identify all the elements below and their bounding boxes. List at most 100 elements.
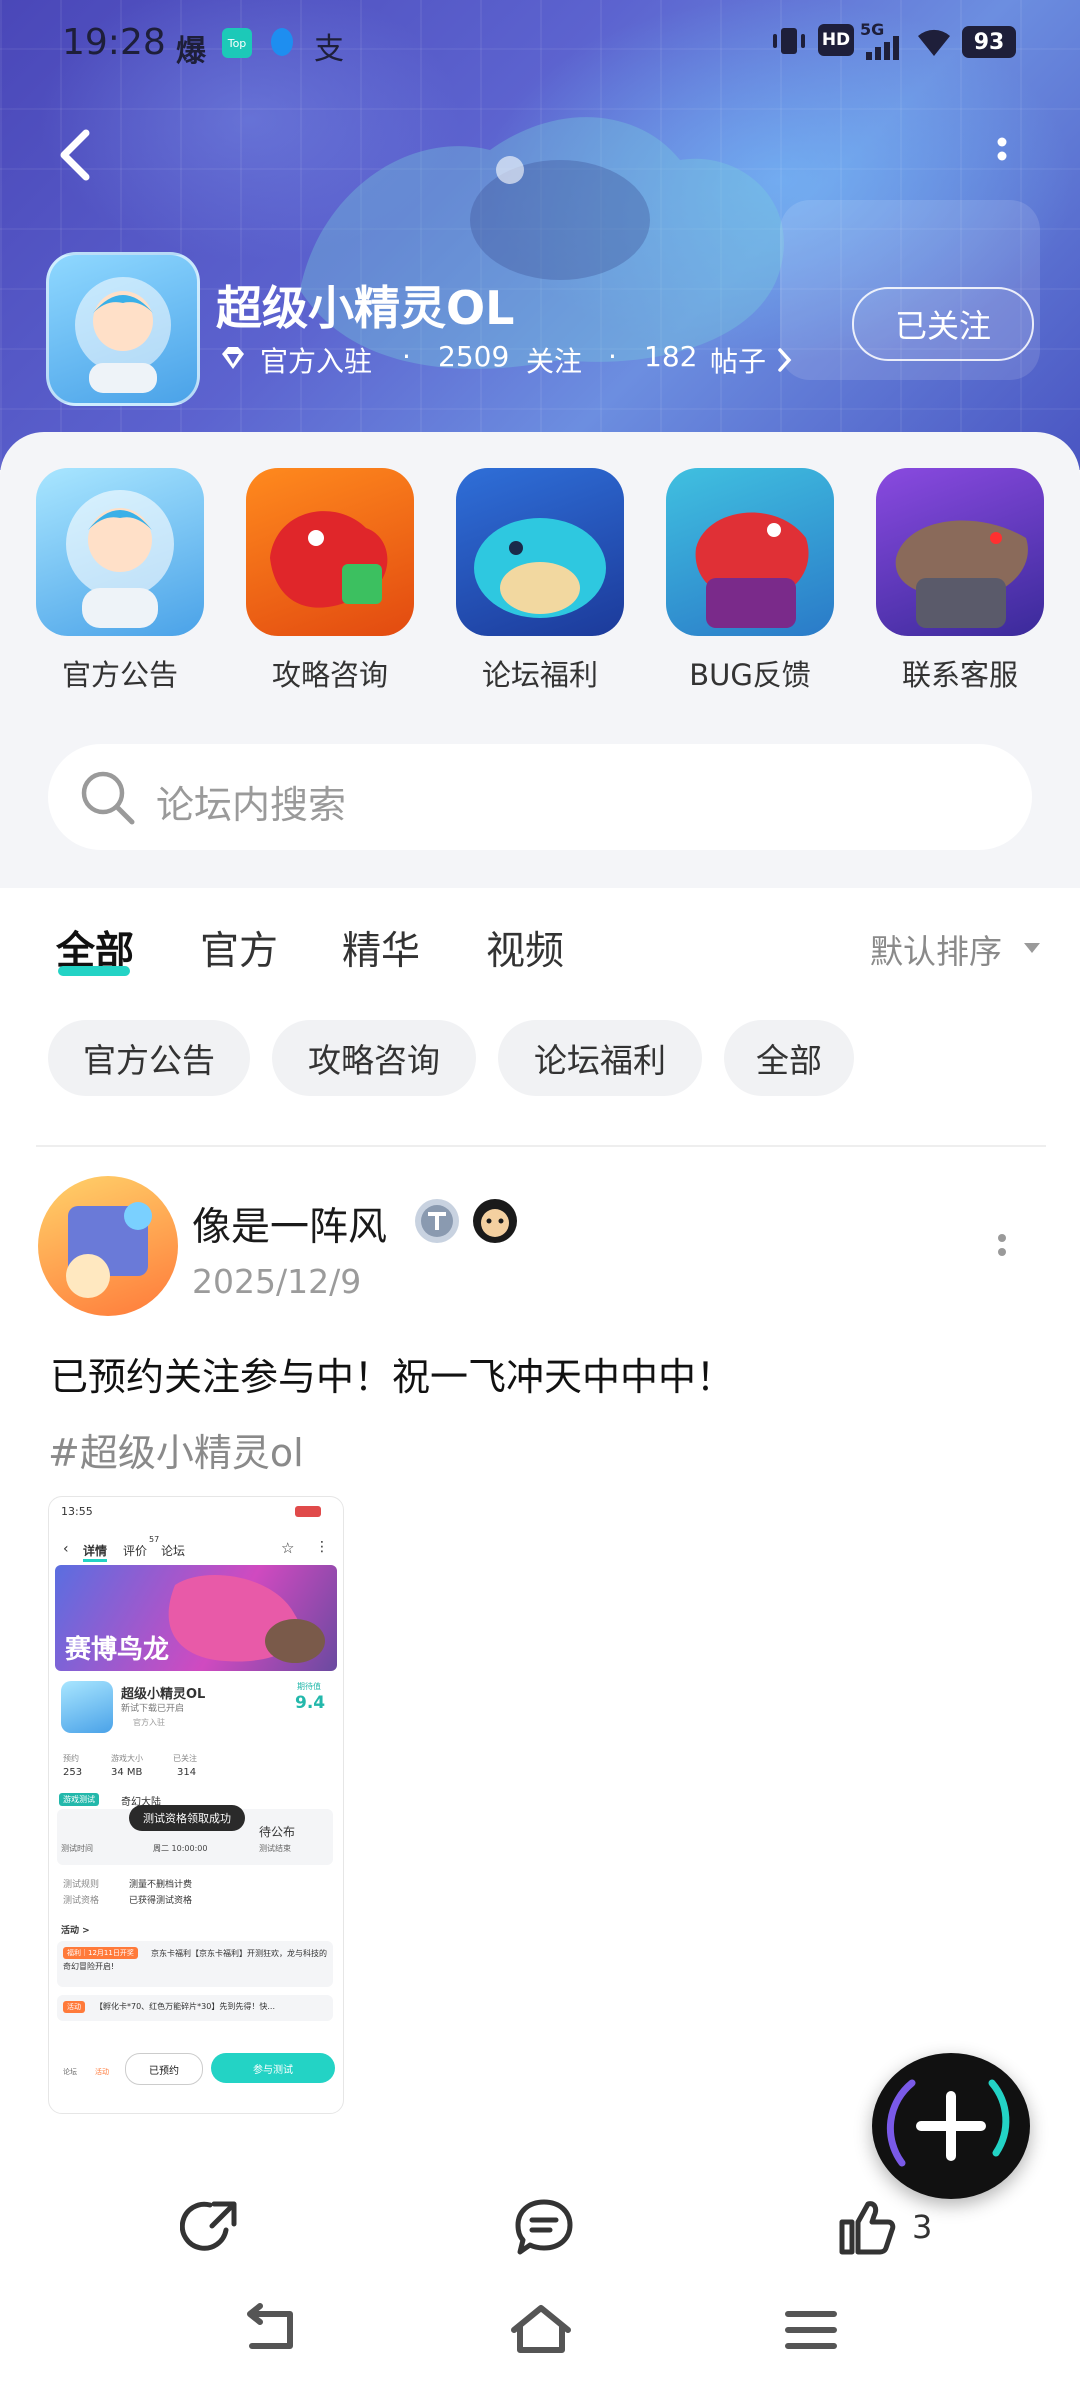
- shot-back-icon: ‹: [63, 1541, 69, 1557]
- shot-test-time-value: 周二 10:00:00: [153, 1844, 208, 1853]
- shot-test-end: 测试结束: [259, 1844, 291, 1853]
- wifi-icon: [918, 29, 950, 56]
- notification-icon-top: Top: [222, 28, 252, 58]
- shot-review-count: 57: [149, 1535, 160, 1544]
- search-icon: [81, 771, 135, 825]
- dot-separator-2: ·: [608, 340, 617, 373]
- post-more-icon[interactable]: [982, 1224, 1022, 1274]
- shot-battery: [295, 1506, 321, 1517]
- shot-app-official: 官方入驻: [133, 1718, 165, 1727]
- shot-banner-text: 赛博鸟龙: [65, 1635, 170, 1665]
- category-label[interactable]: 攻略咨询: [230, 652, 430, 694]
- shot-test-time-label: 测试时间: [61, 1844, 93, 1853]
- shot-rule-value: 测量不删档计费: [129, 1880, 193, 1890]
- shot-qual-label: 测试资格: [63, 1896, 100, 1906]
- level-badge-icon: [415, 1199, 459, 1243]
- forum-avatar: [46, 252, 200, 406]
- user-avatar-art: [66, 1202, 152, 1298]
- diamond-icon: [222, 347, 244, 369]
- tab-featured[interactable]: 精华: [342, 920, 420, 976]
- category-support-icon[interactable]: [876, 468, 1044, 636]
- forum-avatar-art: [75, 277, 171, 393]
- gamer-badge-icon: [473, 1199, 517, 1243]
- shot-star-icon: ☆: [281, 1539, 295, 1557]
- system-menu-icon[interactable]: [776, 2300, 846, 2360]
- like-icon[interactable]: [836, 2196, 898, 2258]
- shot-btn-join: 参与测试: [211, 2053, 335, 2083]
- support-art: [895, 520, 1028, 628]
- category-guide-icon[interactable]: [246, 468, 414, 636]
- category-label[interactable]: 官方公告: [20, 652, 220, 694]
- sort-dropdown[interactable]: 默认排序: [870, 925, 1002, 973]
- battery-indicator: 93: [962, 26, 1016, 58]
- tab-video[interactable]: 视频: [486, 920, 564, 976]
- shot-btn-reserved: 已预约: [125, 2053, 203, 2085]
- chip-guide[interactable]: 攻略咨询: [272, 1020, 476, 1096]
- post-label[interactable]: 帖子: [710, 340, 766, 380]
- category-bug-report-icon[interactable]: [666, 468, 834, 636]
- tab-official[interactable]: 官方: [200, 920, 278, 976]
- notification-qq-icon: [271, 28, 293, 56]
- post-count[interactable]: 182: [644, 340, 697, 373]
- dot-separator: ·: [402, 340, 411, 373]
- system-back-icon[interactable]: [236, 2300, 306, 2360]
- search-placeholder: 论坛内搜索: [156, 783, 347, 827]
- search-input[interactable]: 论坛内搜索: [48, 744, 1032, 850]
- shot-qual-value: 已获得测试资格: [129, 1896, 193, 1906]
- bug-report-art: [695, 512, 809, 628]
- category-label[interactable]: 联系客服: [860, 652, 1060, 694]
- shot-test-status: 待公布: [259, 1825, 296, 1839]
- post-date: 2025/12/9: [192, 1262, 362, 1301]
- shot-tab-forum: 论坛: [161, 1544, 186, 1558]
- category-welfare-icon[interactable]: [456, 468, 624, 636]
- back-arrow-icon[interactable]: [54, 125, 96, 185]
- chip-welfare[interactable]: 论坛福利: [498, 1020, 702, 1096]
- category-label[interactable]: 论坛福利: [440, 652, 640, 694]
- post-hashtag[interactable]: #超级小精灵ol: [48, 1422, 304, 1477]
- shot-stat-label: 游戏大小: [111, 1754, 143, 1763]
- post-image[interactable]: 13:55 ‹ 详情 评价 57 论坛 ☆ ⋮ 赛博鸟龙 超级小精灵OL 新试下…: [48, 1496, 344, 2114]
- shot-toast: 测试资格领取成功: [129, 1805, 245, 1831]
- shot-banner: 赛博鸟龙: [55, 1565, 337, 1671]
- shot-activity-text: 京东卡福利【京东卡福利】开测狂欢，龙与科技的奇幻冒险开启!: [63, 1949, 327, 1971]
- shot-app-sub: 新试下载已开启: [121, 1704, 185, 1714]
- follower-label: 关注: [526, 345, 583, 378]
- plus-icon: [886, 2079, 1010, 2167]
- announcement-art: [66, 490, 174, 628]
- comment-icon[interactable]: [512, 2196, 576, 2258]
- shot-more-icon: ⋮: [315, 1539, 329, 1555]
- chip-all[interactable]: 全部: [724, 1020, 854, 1096]
- welfare-art: [474, 518, 606, 618]
- guide-art: [270, 511, 388, 608]
- shot-test-badge: 游戏测试: [59, 1793, 99, 1806]
- share-icon[interactable]: [180, 2196, 242, 2258]
- like-count: 3: [912, 2208, 933, 2246]
- chevron-right-icon[interactable]: [776, 346, 794, 374]
- user-avatar[interactable]: [38, 1176, 178, 1316]
- shot-tab-review: 评价: [123, 1544, 148, 1558]
- follow-button[interactable]: 已关注: [852, 287, 1034, 361]
- caret-down-icon[interactable]: [1022, 940, 1042, 956]
- username[interactable]: 像是一阵风: [192, 1196, 387, 1252]
- shot-activity-title: 活动 >: [61, 1926, 90, 1936]
- hd-badge: HD: [818, 24, 854, 56]
- signal-icon: [866, 36, 899, 60]
- vibrate-icon: [773, 28, 805, 54]
- shot-stat-value: 253: [63, 1767, 83, 1778]
- notification-icon-zhi: 支: [314, 32, 344, 67]
- shot-score-label: 期待值: [297, 1682, 321, 1691]
- chip-announcement[interactable]: 官方公告: [48, 1020, 250, 1096]
- create-post-button[interactable]: [872, 2053, 1030, 2199]
- category-label[interactable]: BUG反馈: [650, 652, 850, 694]
- post-body[interactable]: 已预约关注参与中！祝一飞冲天中中中！: [50, 1346, 734, 1401]
- shot-time: 13:55: [61, 1505, 93, 1518]
- section-divider: [36, 1145, 1046, 1147]
- category-announcement-icon[interactable]: [36, 468, 204, 636]
- shot-bottom-tab: 活动: [95, 2068, 109, 2076]
- more-options-icon[interactable]: [982, 132, 1022, 178]
- shot-activity-text: 【孵化卡*70、红色万能碎片*30】先到先得！快...: [95, 2002, 275, 2011]
- shot-stat-label: 预约: [63, 1754, 79, 1763]
- shot-rule-label: 测试规则: [63, 1880, 100, 1890]
- shot-activity-badge: 活动: [63, 2001, 85, 2013]
- system-home-icon[interactable]: [506, 2300, 576, 2360]
